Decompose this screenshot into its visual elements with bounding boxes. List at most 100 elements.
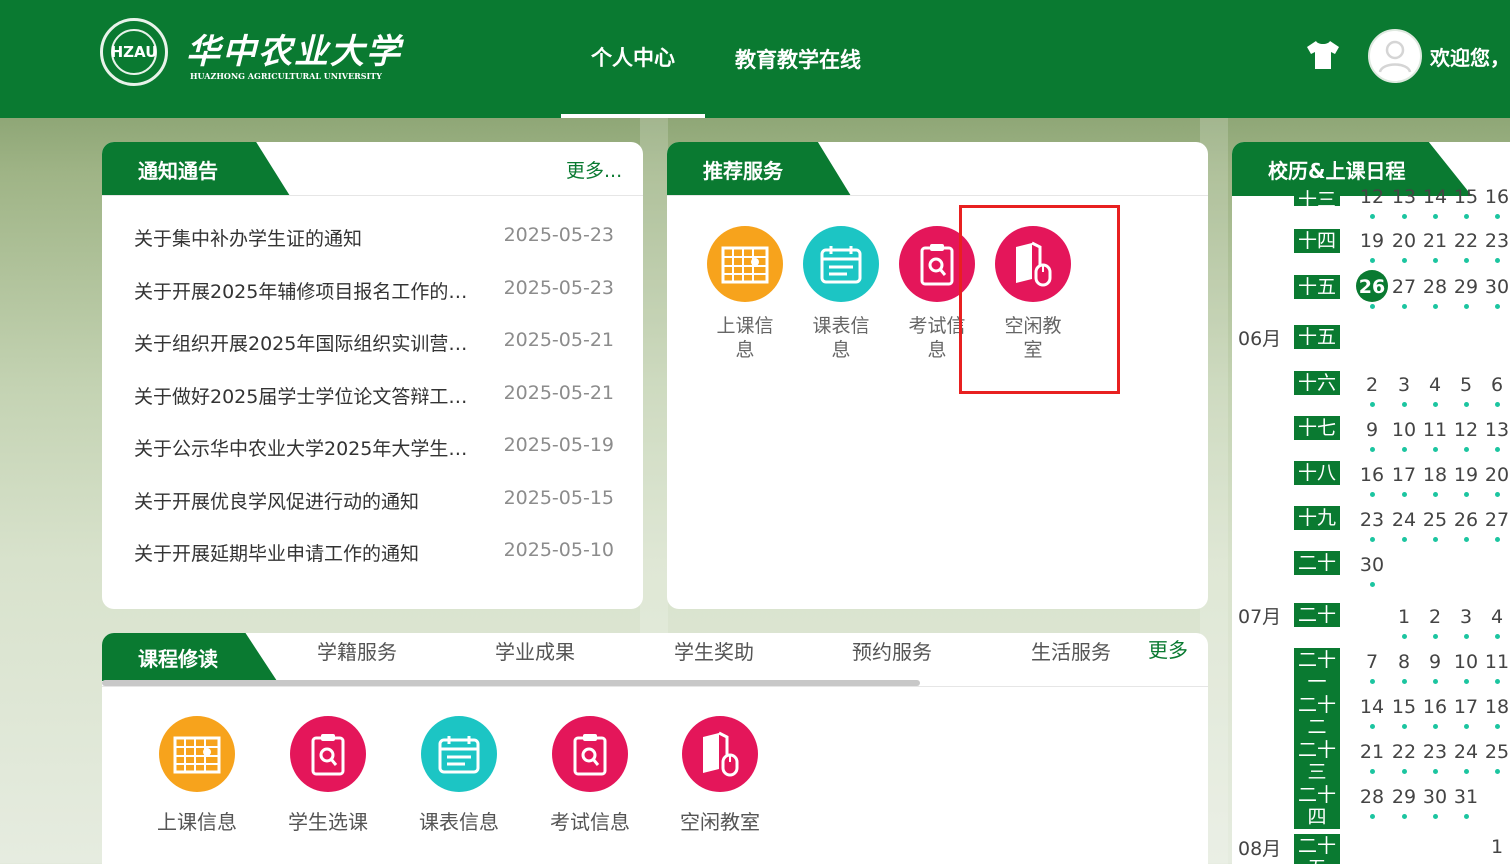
calendar-day[interactable]: 11 (1481, 651, 1510, 673)
calendar-day[interactable]: 9 (1356, 419, 1388, 441)
calendar-day[interactable]: 31 (1450, 786, 1482, 808)
calendar-day[interactable]: 15 (1388, 696, 1420, 718)
calendar-day[interactable]: 27 (1388, 276, 1420, 298)
notice-item[interactable]: 关于组织开展2025年国际组织实训营的通知 2025-05-21 (134, 329, 614, 356)
notice-title[interactable]: 关于公示华中农业大学2025年大学生创新创业训练计划项目的通知 (134, 434, 479, 461)
calendar-day[interactable]: 15 (1450, 186, 1482, 208)
calendar-day[interactable]: 7 (1356, 651, 1388, 673)
calendar-day[interactable]: 4 (1419, 374, 1451, 396)
calendar-day[interactable]: 23 (1481, 230, 1510, 252)
notice-item[interactable]: 关于做好2025届学士学位论文答辩工作的通知 2025-05-21 (134, 382, 614, 409)
notice-title[interactable]: 关于做好2025届学士学位论文答辩工作的通知 (134, 382, 479, 409)
calendar-day[interactable]: 16 (1419, 696, 1451, 718)
calendar-day[interactable]: 30 (1356, 554, 1388, 576)
calendar-day[interactable]: 17 (1388, 464, 1420, 486)
calendar-day[interactable]: 30 (1419, 786, 1451, 808)
calendar-day[interactable]: 27 (1481, 509, 1510, 531)
calendar-day[interactable]: 5 (1450, 374, 1482, 396)
calendar-day[interactable]: 21 (1356, 741, 1388, 763)
course-free-classroom[interactable]: 空闲教室 (660, 716, 780, 835)
course-select[interactable]: 学生选课 (268, 716, 388, 835)
tab-life-service[interactable]: 生活服务 (1031, 636, 1111, 665)
calendar-day[interactable]: 14 (1356, 696, 1388, 718)
calendar-day[interactable]: 25 (1481, 741, 1510, 763)
calendar-day[interactable]: 22 (1450, 230, 1482, 252)
university-emblem-icon: HZAU (100, 18, 168, 86)
tab-appointment[interactable]: 预约服务 (852, 636, 932, 665)
notice-title[interactable]: 关于开展延期毕业申请工作的通知 (134, 539, 479, 566)
calendar-day[interactable]: 16 (1481, 186, 1510, 208)
course-class-info[interactable]: 上课信息 (137, 716, 257, 835)
notice-item[interactable]: 关于开展延期毕业申请工作的通知 2025-05-10 (134, 539, 614, 566)
calendar-day[interactable]: 1 (1388, 606, 1420, 628)
notice-item[interactable]: 关于集中补办学生证的通知 2025-05-23 (134, 224, 614, 251)
tab-course-study[interactable]: 课程修读 (102, 633, 277, 681)
calendar-day[interactable]: 29 (1450, 276, 1482, 298)
notice-more-link[interactable]: 更多... (566, 156, 622, 183)
calendar-day[interactable]: 20 (1481, 464, 1510, 486)
notice-item[interactable]: 关于公示华中农业大学2025年大学生创新创业训练计划项目的通知 2025-05-1… (134, 434, 614, 461)
calendar-day[interactable]: 22 (1388, 741, 1420, 763)
calendar-day[interactable]: 20 (1388, 230, 1420, 252)
service-label: 空闲教室 (680, 810, 760, 834)
calendar-day[interactable]: 26 (1356, 276, 1388, 298)
calendar-day[interactable]: 10 (1388, 419, 1420, 441)
course-exam-info[interactable]: 考试信息 (530, 716, 650, 835)
calendar-day[interactable]: 18 (1481, 696, 1510, 718)
notice-title[interactable]: 关于开展2025年辅修项目报名工作的通知 (134, 277, 479, 304)
tab-student-status[interactable]: 学籍服务 (317, 636, 397, 665)
calendar-day[interactable]: 17 (1450, 696, 1482, 718)
calendar-day[interactable]: 6 (1481, 374, 1510, 396)
notice-title[interactable]: 关于开展优良学风促进行动的通知 (134, 487, 479, 514)
calendar-day[interactable]: 3 (1450, 606, 1482, 628)
calendar-day[interactable]: 4 (1481, 606, 1510, 628)
calendar-day[interactable]: 24 (1388, 509, 1420, 531)
calendar-day[interactable]: 1 (1481, 836, 1510, 858)
skin-theme-icon[interactable] (1306, 40, 1340, 70)
university-logo[interactable]: HZAU 华中农业大学 HUAZHONG AGRICULTURAL UNIVER… (100, 18, 400, 90)
calendar-day[interactable]: 11 (1419, 419, 1451, 441)
calendar-day[interactable]: 25 (1419, 509, 1451, 531)
month-label: 08月 (1238, 838, 1282, 860)
calendar-day[interactable]: 9 (1419, 651, 1451, 673)
avatar[interactable] (1368, 29, 1422, 83)
calendar-day[interactable]: 8 (1388, 651, 1420, 673)
calendar-day[interactable]: 18 (1419, 464, 1451, 486)
calendar-day[interactable]: 29 (1388, 786, 1420, 808)
notice-title[interactable]: 关于集中补办学生证的通知 (134, 224, 479, 251)
calendar-day[interactable]: 23 (1356, 509, 1388, 531)
calendar-day[interactable]: 26 (1450, 509, 1482, 531)
calendar-day[interactable]: 28 (1419, 276, 1451, 298)
week-number: 二十二 (1294, 693, 1340, 739)
course-timetable-info[interactable]: 课表信息 (399, 716, 519, 835)
calendar-day[interactable]: 21 (1419, 230, 1451, 252)
calendar-day[interactable]: 19 (1356, 230, 1388, 252)
calendar-day[interactable]: 13 (1388, 186, 1420, 208)
calendar-day[interactable]: 16 (1356, 464, 1388, 486)
week-number: 十九 (1294, 506, 1340, 530)
tabs-scrollbar[interactable] (102, 680, 920, 686)
calendar-day[interactable]: 12 (1356, 186, 1388, 208)
service-class-info[interactable]: 上课信息 (700, 226, 790, 362)
service-timetable-info[interactable]: 课表信息 (796, 226, 886, 362)
calendar-day[interactable]: 2 (1419, 606, 1451, 628)
nav-education-online[interactable]: 教育教学在线 (720, 0, 876, 118)
calendar-day[interactable]: 19 (1450, 464, 1482, 486)
calendar-day[interactable]: 24 (1450, 741, 1482, 763)
notice-item[interactable]: 关于开展2025年辅修项目报名工作的通知 2025-05-23 (134, 277, 614, 304)
calendar-day[interactable]: 23 (1419, 741, 1451, 763)
calendar-day[interactable]: 12 (1450, 419, 1482, 441)
tab-academic-results[interactable]: 学业成果 (495, 636, 575, 665)
calendar-day[interactable]: 2 (1356, 374, 1388, 396)
calendar-day[interactable]: 30 (1481, 276, 1510, 298)
nav-personal-center[interactable]: 个人中心 (561, 0, 705, 118)
calendar-day[interactable]: 10 (1450, 651, 1482, 673)
calendar-day[interactable]: 13 (1481, 419, 1510, 441)
calendar-day[interactable]: 14 (1419, 186, 1451, 208)
calendar-day[interactable]: 3 (1388, 374, 1420, 396)
notice-title[interactable]: 关于组织开展2025年国际组织实训营的通知 (134, 329, 479, 356)
calendar-day[interactable]: 28 (1356, 786, 1388, 808)
course-more-link[interactable]: 更多 (1148, 634, 1188, 663)
notice-item[interactable]: 关于开展优良学风促进行动的通知 2025-05-15 (134, 487, 614, 514)
tab-student-aid[interactable]: 学生奖助 (674, 636, 754, 665)
